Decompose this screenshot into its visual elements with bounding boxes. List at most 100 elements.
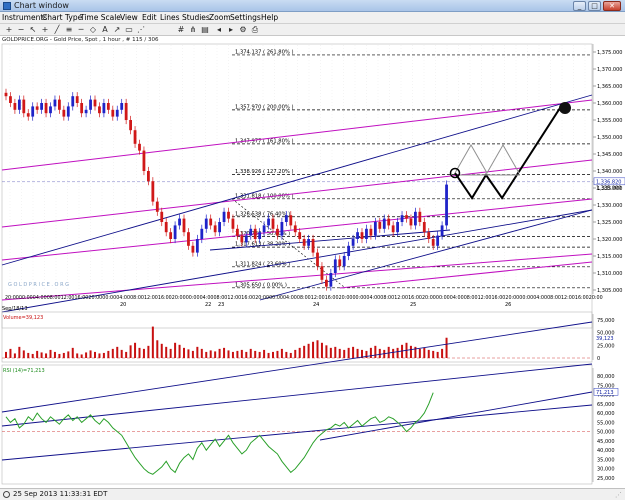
- candle-body: [409, 218, 413, 226]
- volume-bar: [267, 352, 270, 358]
- candle-body: [62, 109, 66, 117]
- crosshair-icon[interactable]: +: [40, 25, 50, 35]
- day-label: 24: [313, 302, 319, 308]
- volume-bar: [240, 349, 243, 358]
- rectangle-icon[interactable]: ▭: [124, 25, 134, 35]
- volume-bar: [62, 352, 65, 358]
- time-tick-label: 00:00: [269, 295, 283, 301]
- resize-grip-icon[interactable]: ⋰: [615, 491, 623, 499]
- settings-icon[interactable]: ⚙: [238, 25, 248, 35]
- volume-bar: [294, 349, 297, 358]
- volume-bar: [254, 350, 257, 358]
- candle-body: [236, 228, 239, 236]
- channel-icon[interactable]: #: [176, 25, 186, 35]
- volume-bar: [107, 350, 110, 358]
- scroll-right-icon[interactable]: ▸: [226, 25, 236, 35]
- time-tick-label: 08:00: [130, 295, 144, 301]
- menu-chart-type[interactable]: Chart Type: [42, 13, 82, 22]
- menu-help[interactable]: Help: [261, 13, 278, 22]
- price-tick-label: 1,355.000: [597, 118, 622, 124]
- menu-instruments[interactable]: Instruments: [2, 13, 47, 22]
- time-tick-label: 00:00: [102, 295, 116, 301]
- price-tick-label: 1,345.000: [597, 152, 622, 158]
- fan-icon[interactable]: ⋰: [136, 25, 146, 35]
- candle-body: [342, 256, 346, 267]
- print-icon[interactable]: ⎙: [250, 25, 260, 35]
- minimize-button[interactable]: _: [573, 1, 586, 11]
- forecast-target-dot: [559, 102, 571, 114]
- rsi-tick-label: 25,000: [597, 476, 615, 482]
- candle-body: [129, 120, 132, 131]
- menu-view[interactable]: View: [120, 13, 138, 22]
- volume-bar: [423, 347, 426, 358]
- time-tick-label: 08:00: [214, 295, 228, 301]
- maximize-button[interactable]: □: [588, 1, 601, 11]
- volume-bar: [280, 348, 283, 358]
- chart-window: Chart window _ □ ✕ Instruments Chart Typ…: [0, 0, 625, 500]
- fib-level-label: 1,305.650 ( 0.00% ): [235, 282, 287, 288]
- time-tick-label: 04:00: [116, 295, 130, 301]
- candle-body: [249, 228, 253, 236]
- volume-bar: [325, 345, 328, 358]
- properties-icon[interactable]: ▤: [200, 25, 210, 35]
- chart-header: GOLDPRICE.ORG - Gold Price, Spot , 1 hou…: [2, 37, 159, 43]
- fib-level-label: 1,338.926 ( 127.20% ): [235, 169, 293, 175]
- volume-bar: [276, 350, 279, 358]
- menu-time-scale[interactable]: Time Scale: [80, 13, 121, 22]
- zoom-in-icon[interactable]: +: [4, 25, 14, 35]
- volume-bar: [174, 342, 177, 358]
- volume-bar: [196, 346, 199, 358]
- menu-settings[interactable]: Settings: [230, 13, 261, 22]
- candle-body: [17, 99, 21, 110]
- scroll-left-icon[interactable]: ◂: [214, 25, 224, 35]
- volume-bar: [263, 349, 266, 358]
- candle-body: [4, 92, 8, 97]
- candle-body: [106, 103, 110, 110]
- volume-bar: [9, 348, 12, 358]
- line-icon[interactable]: ─: [76, 25, 86, 35]
- fib-icon[interactable]: ≡: [64, 25, 74, 35]
- trendline-icon[interactable]: ╱: [52, 25, 62, 35]
- chart-area[interactable]: 1,375.000 1,370.000 1,365.000 1,360.000 1,35…: [0, 36, 625, 488]
- pointer-icon[interactable]: ↖: [28, 25, 38, 35]
- fib-level-label: 1,326.538 ( 76.40% ): [235, 211, 290, 217]
- candle-body: [445, 184, 448, 226]
- menu-studies[interactable]: Studies: [182, 13, 210, 22]
- day-label: 26: [505, 302, 511, 308]
- volume-bar: [409, 345, 412, 358]
- candle-body: [365, 228, 368, 239]
- volume-bar: [329, 347, 332, 358]
- menu-edit[interactable]: Edit: [142, 13, 157, 22]
- candle-body: [360, 232, 364, 239]
- pitchfork-icon[interactable]: ⋔: [188, 25, 198, 35]
- clock-icon: [3, 491, 10, 498]
- rsi-tick-label: 60,000: [597, 411, 615, 417]
- price-tick-label: 1,375.000: [597, 50, 622, 56]
- volume-bar: [200, 348, 203, 358]
- close-button[interactable]: ✕: [603, 1, 621, 11]
- menu-zoom[interactable]: Zoom: [209, 13, 231, 22]
- candle-body: [213, 225, 217, 233]
- candle-body: [316, 252, 319, 267]
- arrow-icon[interactable]: ↗: [112, 25, 122, 35]
- zoom-out-icon[interactable]: −: [16, 25, 26, 35]
- time-tick-label: 08:00: [47, 295, 61, 301]
- volume-bar: [102, 352, 105, 358]
- price-tick-label: 1,315.000: [597, 254, 622, 260]
- volume-bar: [191, 350, 194, 358]
- candle-body: [89, 99, 92, 110]
- text-icon[interactable]: A: [100, 25, 110, 35]
- title-bar[interactable]: Chart window _ □ ✕: [0, 0, 625, 12]
- candle-body: [320, 266, 324, 280]
- price-tick-label: 1,325.000: [597, 220, 622, 226]
- candle-body: [418, 211, 422, 222]
- menu-lines[interactable]: Lines: [160, 13, 180, 22]
- rsi-tick-label: 80,000: [597, 374, 615, 380]
- volume-bar: [214, 351, 217, 358]
- time-tick-label: 12:00: [394, 295, 408, 301]
- time-tick-label: 08:00: [380, 295, 394, 301]
- candle-body: [427, 232, 431, 239]
- volume-bar: [303, 345, 306, 358]
- volume-bar: [22, 350, 25, 358]
- shape-icon[interactable]: ◇: [88, 25, 98, 35]
